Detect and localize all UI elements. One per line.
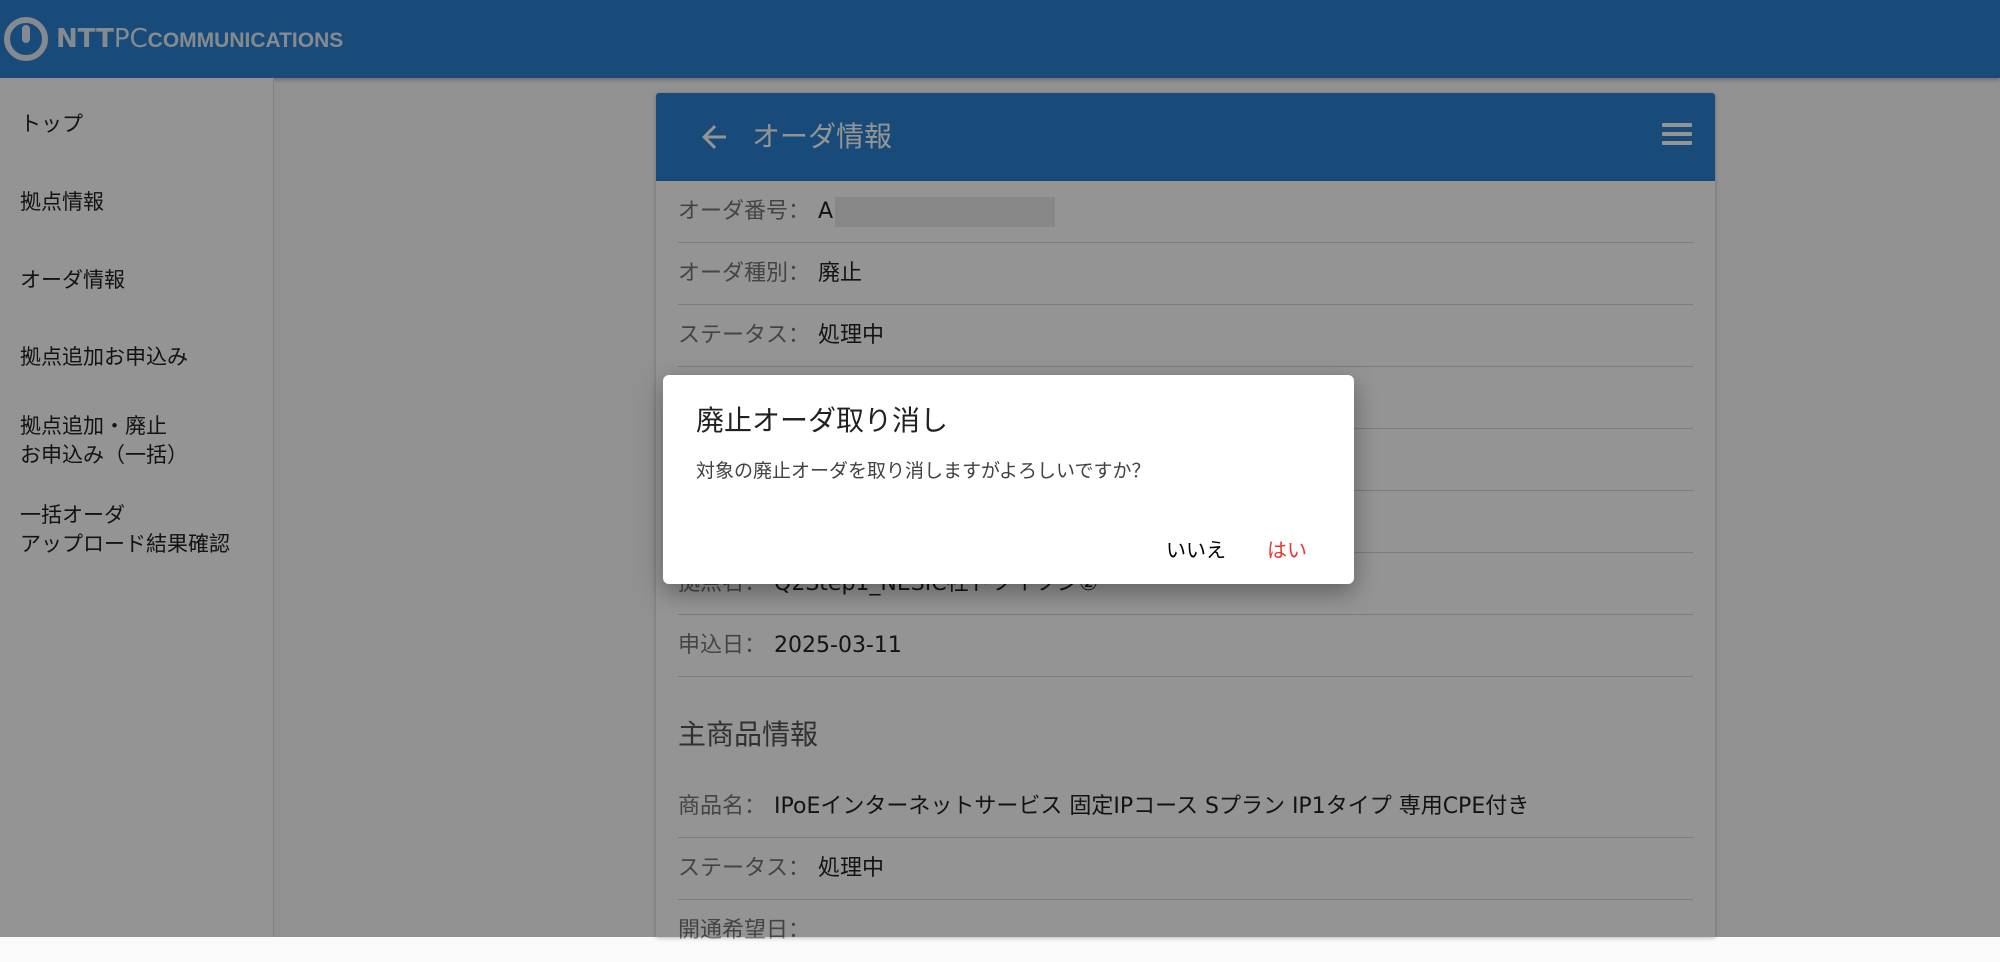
dialog-title: 廃止オーダ取り消し	[696, 404, 949, 437]
cancel-order-dialog: 廃止オーダ取り消し 対象の廃止オーダを取り消しますがよろしいですか？ いいえ は…	[663, 375, 1354, 584]
no-button[interactable]: いいえ	[1152, 530, 1240, 570]
yes-button[interactable]: はい	[1253, 530, 1321, 570]
dialog-message: 対象の廃止オーダを取り消しますがよろしいですか？	[696, 460, 1151, 482]
